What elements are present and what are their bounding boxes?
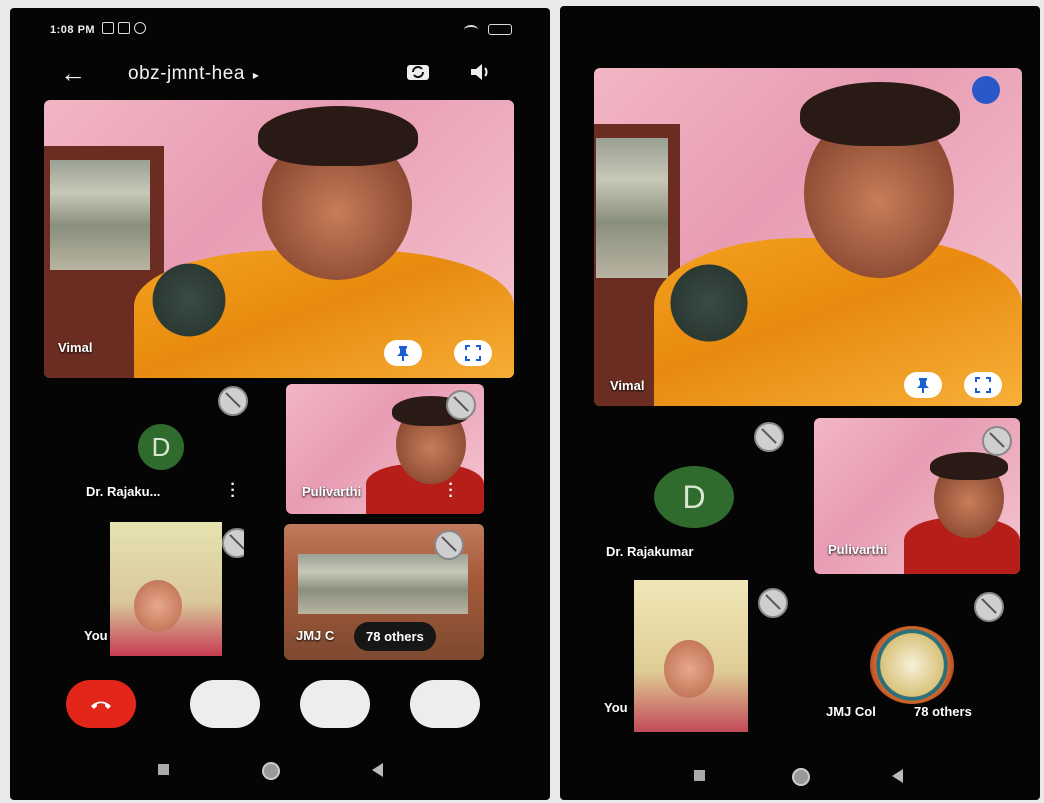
participant-video — [800, 82, 960, 146]
mic-off-icon — [222, 528, 244, 558]
participant-name: You — [604, 700, 628, 715]
self-view-tile[interactable]: You — [44, 522, 244, 658]
more-vert-icon[interactable]: · · · — [446, 477, 456, 505]
participant-name: Pulivarthi — [302, 484, 362, 499]
college-logo — [870, 626, 954, 704]
participant-tile[interactable]: D Dr. Rajakumar — [594, 418, 794, 568]
mic-off-icon — [974, 592, 1004, 622]
participant-name: Vimal — [58, 340, 93, 355]
more-vert-icon[interactable]: · · · — [228, 477, 238, 505]
mic-off-icon — [758, 588, 788, 618]
participant-video — [144, 260, 234, 340]
avatar: D — [138, 424, 184, 470]
participant-video — [258, 106, 418, 166]
left-phone-screen: 1:08 PM ← obz-jmnt-hea ▸ Vimal D Dr. Raja… — [10, 8, 550, 800]
self-video — [134, 580, 182, 632]
fullscreen-icon[interactable] — [454, 340, 492, 366]
pin-icon[interactable] — [904, 372, 942, 398]
mic-off-icon — [446, 390, 476, 420]
whatsapp-icon — [134, 22, 146, 34]
android-nav-bar — [10, 756, 550, 786]
audio-level-icon — [972, 76, 1000, 104]
participant-name: You — [84, 628, 108, 643]
toggle-mic-button[interactable] — [300, 680, 370, 728]
speaker-icon[interactable] — [468, 62, 492, 82]
participant-name: JMJ Col — [826, 704, 876, 719]
switch-camera-icon[interactable] — [406, 62, 430, 82]
notification-icon — [118, 22, 130, 34]
pin-icon[interactable] — [384, 340, 422, 366]
participant-tile[interactable]: JMJ C 78 others — [284, 524, 484, 660]
system-icons — [464, 24, 512, 35]
participant-tile[interactable]: JMJ Col 78 others — [814, 586, 1020, 736]
mic-off-icon — [434, 530, 464, 560]
self-video — [664, 640, 714, 698]
nav-recents-icon[interactable] — [158, 764, 169, 775]
more-options-button[interactable] — [410, 680, 480, 728]
status-bar: 1:08 PM — [10, 8, 550, 52]
nav-home-icon[interactable] — [262, 762, 280, 780]
meeting-code[interactable]: obz-jmnt-hea ▸ — [128, 63, 259, 85]
mic-off-icon — [218, 386, 248, 416]
right-phone-screen: Vimal D Dr. Rajakumar Pulivarthi You JMJ… — [560, 6, 1040, 800]
nav-back-icon[interactable] — [372, 763, 383, 777]
participant-name: Pulivarthi — [828, 542, 888, 557]
fullscreen-icon[interactable] — [964, 372, 1002, 398]
end-call-button[interactable] — [66, 680, 136, 728]
others-count-badge[interactable]: 78 others — [354, 622, 436, 651]
notification-icons — [102, 22, 146, 34]
nav-recents-icon[interactable] — [694, 770, 705, 781]
participant-tile[interactable]: D Dr. Rajaku... · · · — [44, 384, 248, 514]
participant-name: Vimal — [610, 378, 645, 393]
participant-video — [298, 554, 468, 614]
caret-icon: ▸ — [252, 68, 260, 82]
toggle-camera-button[interactable] — [190, 680, 260, 728]
participant-name: Dr. Rajaku... — [86, 484, 161, 499]
nav-back-icon[interactable] — [892, 769, 903, 783]
bookshelf-contents — [596, 138, 668, 278]
main-speaker-tile[interactable]: Vimal — [44, 100, 514, 378]
notification-icon — [102, 22, 114, 34]
status-time: 1:08 PM — [50, 24, 96, 36]
participant-video — [664, 258, 754, 348]
participant-tile[interactable]: Pulivarthi · · · — [286, 384, 484, 514]
main-speaker-tile[interactable]: Vimal — [594, 68, 1022, 406]
back-arrow-icon[interactable]: ← — [60, 60, 86, 86]
participant-tile[interactable]: Pulivarthi — [814, 418, 1020, 574]
bookshelf-contents — [50, 160, 150, 270]
self-view-tile[interactable]: You — [594, 576, 794, 736]
nav-home-icon[interactable] — [792, 768, 810, 786]
participant-name: JMJ C — [296, 628, 335, 643]
battery-icon — [488, 24, 512, 35]
participant-name: Dr. Rajakumar — [606, 544, 694, 559]
android-nav-bar — [560, 762, 1040, 792]
meeting-app-bar: ← obz-jmnt-hea ▸ — [10, 52, 550, 96]
wifi-icon — [464, 24, 478, 35]
mic-off-icon — [754, 422, 784, 452]
avatar: D — [654, 466, 734, 528]
others-count-badge[interactable]: 78 others — [914, 704, 972, 719]
participant-video — [930, 452, 1008, 480]
mic-off-icon — [982, 426, 1012, 456]
